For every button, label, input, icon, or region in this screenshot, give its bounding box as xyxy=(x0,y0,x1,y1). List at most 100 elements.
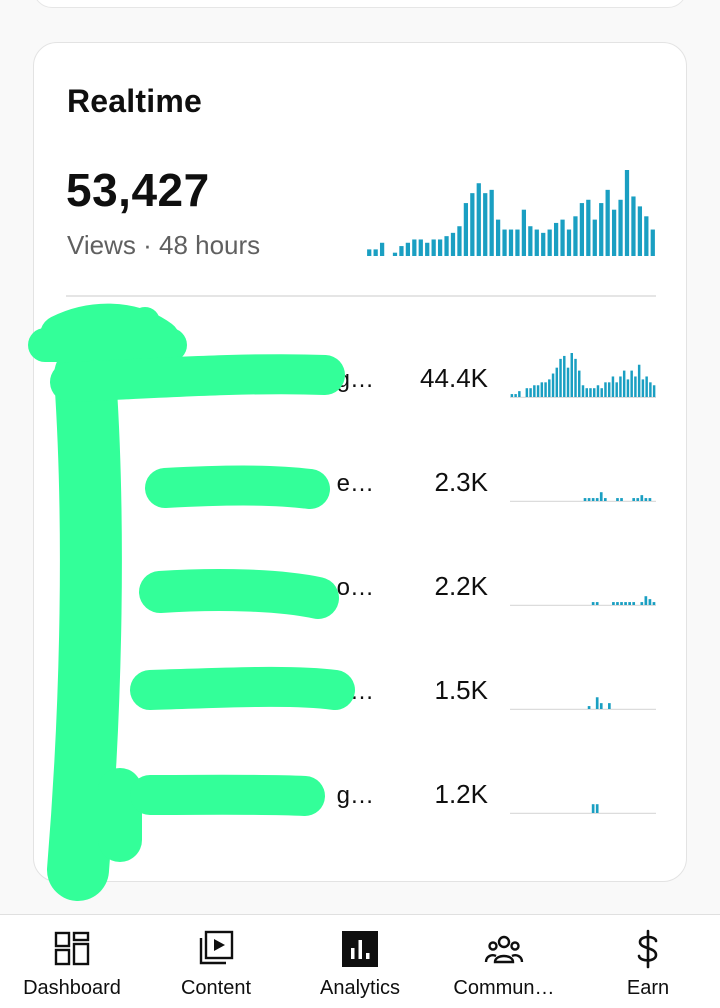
chart-bar xyxy=(632,498,636,501)
views-period-label: Views · 48 hours xyxy=(67,230,261,260)
chart-bar xyxy=(529,388,532,397)
nav-dashboard[interactable]: Dashboard xyxy=(0,915,144,1008)
community-icon xyxy=(484,935,524,964)
chart-bar xyxy=(515,229,520,256)
chart-bar xyxy=(591,602,595,605)
chart-bar xyxy=(518,391,521,397)
chart-bar xyxy=(596,385,600,397)
chart-bar xyxy=(645,376,648,397)
chart-bar xyxy=(508,229,514,256)
chart-bar xyxy=(624,602,627,605)
chart-bar xyxy=(547,229,552,256)
chart-bar xyxy=(618,199,623,256)
chart-bar xyxy=(483,193,488,256)
chart-bar xyxy=(560,219,565,256)
chart-bar xyxy=(540,382,544,397)
nav-analytics[interactable]: Analytics xyxy=(288,915,432,1008)
card-title: Realtime xyxy=(67,83,202,119)
chart-bar xyxy=(573,216,578,256)
nav-label: Content xyxy=(180,977,252,999)
chart-bar xyxy=(525,388,529,397)
chart-bar xyxy=(418,239,423,256)
chart-bar xyxy=(641,379,645,397)
nav-label: Commun… xyxy=(453,977,555,999)
chart-bar xyxy=(476,183,481,256)
chart-bar xyxy=(605,189,610,256)
chart-bar xyxy=(600,388,603,397)
chart-bar xyxy=(514,394,517,397)
nav-label: Analytics xyxy=(319,977,401,999)
chart-bar xyxy=(622,370,626,397)
chart-bar xyxy=(578,370,581,397)
chart-bar xyxy=(548,379,551,397)
chart-bar xyxy=(611,376,615,397)
chart-bar xyxy=(649,382,652,397)
chart-bar xyxy=(595,697,599,709)
chart-bar xyxy=(652,602,656,605)
chart-bar xyxy=(607,382,611,397)
chart-bar xyxy=(591,804,595,813)
content-views: 1.2K xyxy=(434,779,489,809)
chart-bar xyxy=(648,498,652,501)
chart-bar xyxy=(587,498,591,501)
chart-bar xyxy=(595,602,599,605)
realtime-views-total: 53,427 xyxy=(66,164,210,216)
chart-bar xyxy=(392,252,398,256)
chart-bar xyxy=(541,232,546,256)
chart-bar xyxy=(534,229,539,256)
chart-bar xyxy=(599,492,603,501)
chart-bar xyxy=(636,498,640,501)
chart-bar xyxy=(619,376,622,397)
chart-bar xyxy=(457,226,462,256)
chart-bar xyxy=(470,193,475,256)
chart-bar xyxy=(586,199,591,256)
chart-bar xyxy=(502,229,507,256)
chart-bar xyxy=(533,385,536,397)
top-content-row[interactable]: g… 44.4K xyxy=(34,348,688,408)
content-views: 2.2K xyxy=(434,571,489,601)
chart-bar xyxy=(399,246,404,256)
realtime-card[interactable]: Realtime 53,427 Views · 48 hours g… 44.4… xyxy=(33,42,687,882)
chart-bar xyxy=(405,242,411,256)
chart-bar xyxy=(510,394,514,397)
chart-bar xyxy=(559,358,562,397)
chart-bar xyxy=(444,236,449,256)
content-views: 2.3K xyxy=(434,467,489,497)
chart-bar xyxy=(583,498,587,501)
chart-bar xyxy=(644,596,648,605)
chart-bar xyxy=(616,498,619,501)
chart-bar xyxy=(599,203,604,256)
chart-bar xyxy=(528,226,533,256)
chart-bar xyxy=(566,367,570,397)
chart-bar xyxy=(599,703,603,709)
previous-card xyxy=(33,0,687,8)
chart-bar xyxy=(544,382,547,397)
chart-bar xyxy=(644,216,649,256)
chart-bar xyxy=(616,602,619,605)
analytics-icon xyxy=(342,931,378,967)
top-content-row[interactable]: e… 2.3K xyxy=(34,452,688,512)
nav-earn[interactable]: Earn xyxy=(576,915,720,1008)
content-views: 44.4K xyxy=(420,363,488,393)
nav-community[interactable]: Commun… xyxy=(432,915,576,1008)
top-content-row[interactable]: … 1.5K xyxy=(34,660,688,720)
chart-bar xyxy=(652,385,656,397)
top-content-row[interactable]: o… 2.2K xyxy=(34,556,688,616)
chart-bar xyxy=(637,206,643,256)
content-icon xyxy=(199,930,234,965)
chart-bar xyxy=(632,602,636,605)
chart-bar xyxy=(425,242,430,256)
chart-bar xyxy=(536,385,540,397)
realtime-views-chart xyxy=(367,170,655,256)
top-content-row[interactable]: g… 1.2K xyxy=(34,764,688,824)
chart-bar xyxy=(640,602,644,605)
chart-bar xyxy=(595,498,599,501)
nav-content[interactable]: Content xyxy=(144,915,288,1008)
chart-bar xyxy=(637,364,641,397)
chart-bar xyxy=(589,388,592,397)
chart-bar xyxy=(608,703,611,709)
chart-bar xyxy=(581,385,585,397)
chart-bar xyxy=(593,388,596,397)
chart-bar xyxy=(591,498,595,501)
chart-bar xyxy=(592,219,597,256)
